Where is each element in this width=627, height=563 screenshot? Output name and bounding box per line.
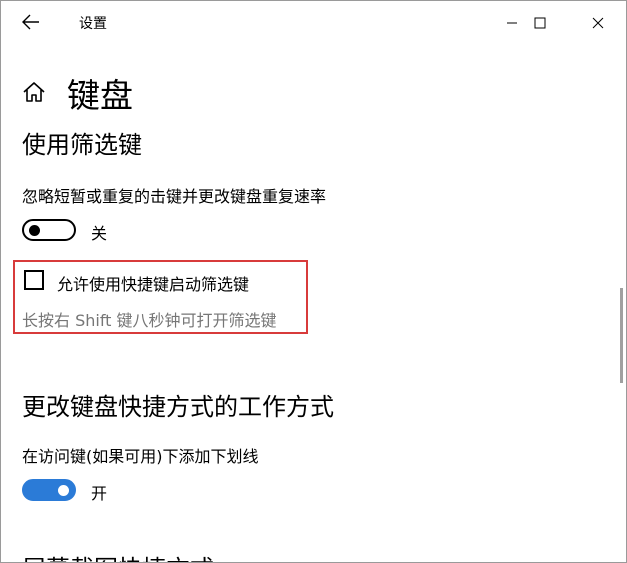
print-screen-section-title: 屏幕截图快捷方式 bbox=[22, 549, 214, 562]
shortcuts-section-title: 更改键盘快捷方式的工作方式 bbox=[22, 393, 334, 421]
access-keys-description: 在访问键(如果可用)下添加下划线 bbox=[22, 447, 259, 466]
maximize-icon bbox=[534, 17, 546, 29]
maximize-button[interactable] bbox=[517, 1, 563, 45]
back-arrow-icon bbox=[22, 14, 39, 30]
filter-keys-hint: 长按右 Shift 键八秒钟可打开筛选键 bbox=[22, 311, 277, 330]
toggle-knob bbox=[58, 485, 69, 496]
vertical-scrollbar[interactable] bbox=[620, 288, 623, 383]
access-keys-toggle[interactable] bbox=[22, 479, 76, 501]
filter-keys-toggle-state: 关 bbox=[91, 224, 108, 243]
home-icon[interactable] bbox=[21, 79, 47, 105]
access-keys-toggle-state: 开 bbox=[91, 484, 108, 503]
filter-keys-description: 忽略短暂或重复的击键并更改键盘重复速率 bbox=[22, 187, 327, 206]
toggle-knob bbox=[29, 225, 40, 236]
close-icon bbox=[592, 17, 604, 29]
window-title: 设置 bbox=[79, 16, 107, 32]
filter-keys-shortcut-label[interactable]: 允许使用快捷键启动筛选键 bbox=[57, 271, 249, 295]
filter-keys-toggle[interactable] bbox=[22, 219, 76, 241]
filter-keys-title: 使用筛选键 bbox=[22, 131, 142, 159]
settings-window: 设置 键盘 使用筛选键 忽略短暂或重复的击键并更改键盘重复速率 关 允许使用快捷… bbox=[0, 0, 627, 563]
settings-content: 使用筛选键 忽略短暂或重复的击键并更改键盘重复速率 关 允许使用快捷键启动筛选键… bbox=[1, 119, 611, 562]
back-button[interactable] bbox=[13, 7, 49, 37]
close-button[interactable] bbox=[575, 1, 621, 45]
page-header: 键盘 bbox=[1, 65, 611, 119]
filter-keys-shortcut-checkbox[interactable] bbox=[24, 270, 44, 290]
page-title: 键盘 bbox=[67, 76, 133, 115]
title-bar: 设置 bbox=[1, 1, 626, 45]
